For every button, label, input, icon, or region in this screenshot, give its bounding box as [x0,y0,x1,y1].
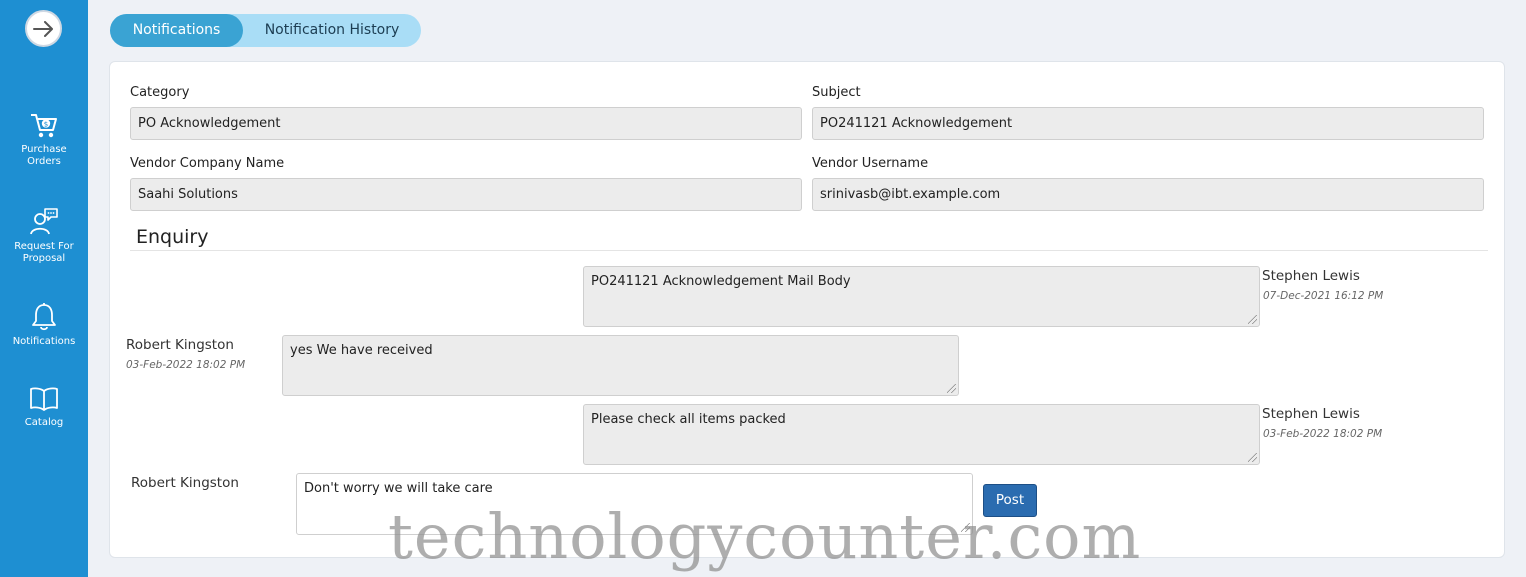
reply-author: Robert Kingston [131,475,239,491]
message-body: PO241121 Acknowledgement Mail Body [591,274,851,289]
resize-grip-icon[interactable] [1248,453,1257,462]
message-timestamp: 07-Dec-2021 16:12 PM [1263,290,1384,302]
tab-bar: Notification History Notifications [110,14,421,47]
message-timestamp: 03-Feb-2022 18:02 PM [1263,428,1383,440]
sidebar-item-purchase-orders[interactable]: $ Purchase Orders [0,112,88,168]
message-author: Robert Kingston [126,337,234,353]
message-text[interactable]: yes We have received [282,335,959,396]
message-text[interactable]: Please check all items packed [583,404,1260,465]
sidebar-item-label: Notifications [12,336,76,347]
message-body: yes We have received [290,343,433,358]
category-label: Category [130,85,190,100]
sidebar-item-label: Request For Proposal [14,241,74,264]
sidebar: $ Purchase Orders Request For Proposal N… [0,0,88,577]
message-author: Stephen Lewis [1262,268,1360,284]
message-author: Stephen Lewis [1262,406,1360,422]
message-timestamp: 03-Feb-2022 18:02 PM [126,359,246,371]
cart-icon: $ [31,114,57,138]
sidebar-toggle-button[interactable] [25,10,62,47]
sidebar-item-label: Purchase Orders [21,144,67,167]
vendor-company-label: Vendor Company Name [130,156,285,171]
vendor-company-field[interactable]: Saahi Solutions [130,178,802,211]
message-text[interactable]: PO241121 Acknowledgement Mail Body [583,266,1260,327]
bell-icon [32,303,56,331]
section-divider [130,250,1488,251]
sidebar-item-request-for-proposal[interactable]: Request For Proposal [0,207,88,265]
resize-grip-icon[interactable] [947,384,956,393]
vendor-username-label: Vendor Username [812,156,929,171]
book-icon [30,387,58,411]
user-chat-icon [30,208,58,235]
vendor-username-field[interactable]: srinivasb@ibt.example.com [812,178,1484,211]
resize-grip-icon[interactable] [1248,315,1257,324]
watermark: technologycounter.com [388,500,1142,573]
tab-notification-history[interactable]: Notification History [243,14,421,47]
arrow-right-icon [32,20,53,37]
subject-field[interactable]: PO241121 Acknowledgement [812,107,1484,140]
category-field[interactable]: PO Acknowledgement [130,107,802,140]
sidebar-item-label: Catalog [24,417,64,428]
sidebar-item-catalog[interactable]: Catalog [0,385,88,429]
subject-label: Subject [812,85,861,100]
message-body: Please check all items packed [591,412,786,427]
svg-text:$: $ [44,121,48,129]
reply-text: Don't worry we will take care [304,481,493,496]
enquiry-title: Enquiry [136,226,209,248]
tab-notifications[interactable]: Notifications [110,14,243,47]
sidebar-item-notifications[interactable]: Notifications [0,302,88,348]
